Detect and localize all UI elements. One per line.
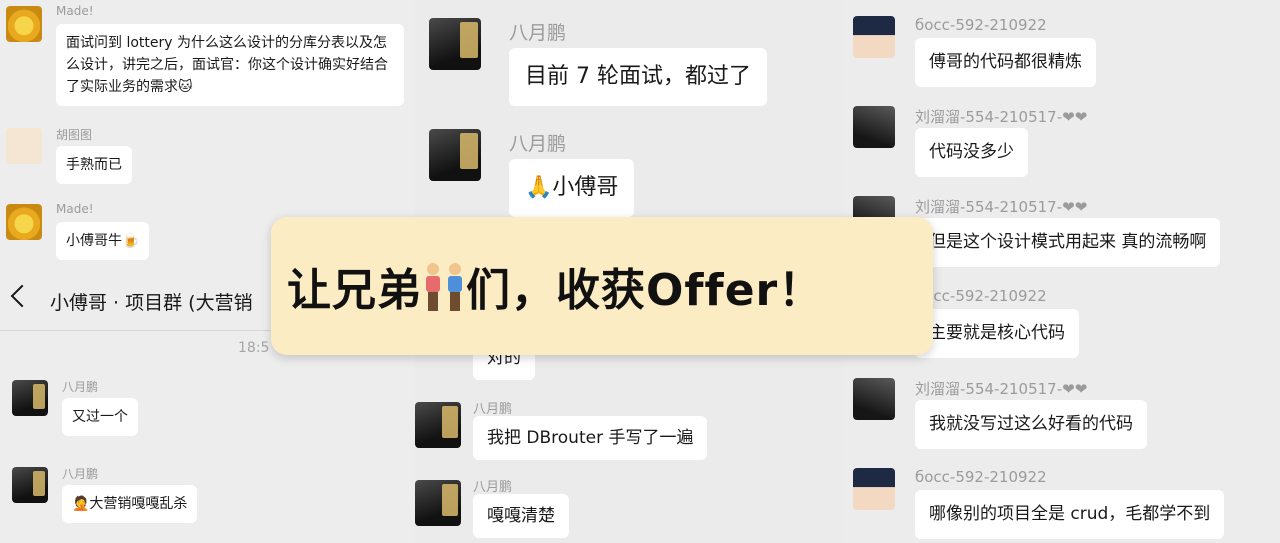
sender-name: босс-592-210922 (915, 468, 1047, 486)
message-bubble[interactable]: 主要就是核心代码 (915, 309, 1079, 358)
sender-name: 八月鹏 (473, 402, 513, 417)
message-bubble[interactable]: 但是这个设计模式用起来 真的流畅啊 (915, 218, 1221, 267)
message-bubble[interactable]: 手熟而已 (56, 146, 132, 184)
sender-name: 八月鹏 (509, 133, 567, 155)
avatar[interactable] (12, 467, 48, 503)
two-men-icon (422, 261, 466, 311)
sender-name: 刘溜溜-554-210517-❤❤ (915, 108, 1088, 126)
sender-name: 八月鹏 (473, 480, 513, 495)
banner-text-end: 们，收获Offer！ (466, 265, 824, 316)
sender-name: Made! (56, 4, 94, 18)
avatar[interactable] (12, 380, 48, 416)
avatar[interactable] (429, 129, 481, 181)
message-bubble[interactable]: 我把 DBrouter 手写了一遍 (473, 416, 708, 460)
avatar[interactable] (853, 468, 895, 510)
message-bubble[interactable]: 目前 7 轮面试，都过了 (509, 48, 767, 106)
message-bubble[interactable]: 又过一个 (62, 398, 138, 436)
promo-banner: 让兄弟 们，收获Offer！ (271, 217, 933, 355)
avatar[interactable] (6, 6, 42, 42)
avatar[interactable] (415, 402, 461, 448)
message-bubble[interactable]: 小傅哥牛🍺 (56, 222, 150, 260)
sender-name: 刘溜溜-554-210517-❤❤ (915, 380, 1088, 398)
avatar[interactable] (415, 480, 461, 526)
message-bubble[interactable]: 我就没写过这么好看的代码 (915, 400, 1147, 449)
message-bubble[interactable]: 傅哥的代码都很精炼 (915, 38, 1096, 87)
message-bubble[interactable]: 代码没多少 (915, 128, 1028, 177)
sender-name: босс-592-210922 (915, 16, 1047, 34)
group-title: 小傅哥 · 项目群 (大营销 (50, 292, 253, 314)
avatar[interactable] (853, 378, 895, 420)
message-bubble[interactable]: 哪像别的项目全是 crud，毛都学不到 (915, 490, 1225, 539)
banner-text-start: 让兄弟 (287, 265, 422, 316)
message-bubble[interactable]: 面试问到 lottery 为什么这么设计的分库分表以及怎么设计，讲完之后，面试官… (56, 24, 404, 106)
message-bubble[interactable]: 🙏小傅哥 (509, 159, 635, 217)
avatar[interactable] (853, 16, 895, 58)
sender-name: 胡图图 (56, 128, 93, 142)
avatar[interactable] (853, 106, 895, 148)
sender-name: Made! (56, 202, 94, 216)
banner-headline: 让兄弟 们，收获Offer！ (287, 254, 823, 318)
avatar[interactable] (6, 128, 42, 164)
sender-name: 八月鹏 (509, 22, 567, 44)
sender-name: 八月鹏 (62, 467, 99, 481)
avatar[interactable] (6, 204, 42, 240)
avatar[interactable] (429, 18, 481, 70)
sender-name: 八月鹏 (62, 380, 99, 394)
timestamp: 18:5 (238, 340, 270, 356)
chevron-left-icon[interactable] (10, 284, 34, 308)
message-bubble[interactable]: 嘎嘎清楚 (473, 494, 569, 538)
sender-name: 刘溜溜-554-210517-❤❤ (915, 198, 1088, 216)
message-bubble[interactable]: 🤦大营销嘎嘎乱杀 (62, 485, 198, 523)
sender-name: босс-592-210922 (915, 287, 1047, 305)
